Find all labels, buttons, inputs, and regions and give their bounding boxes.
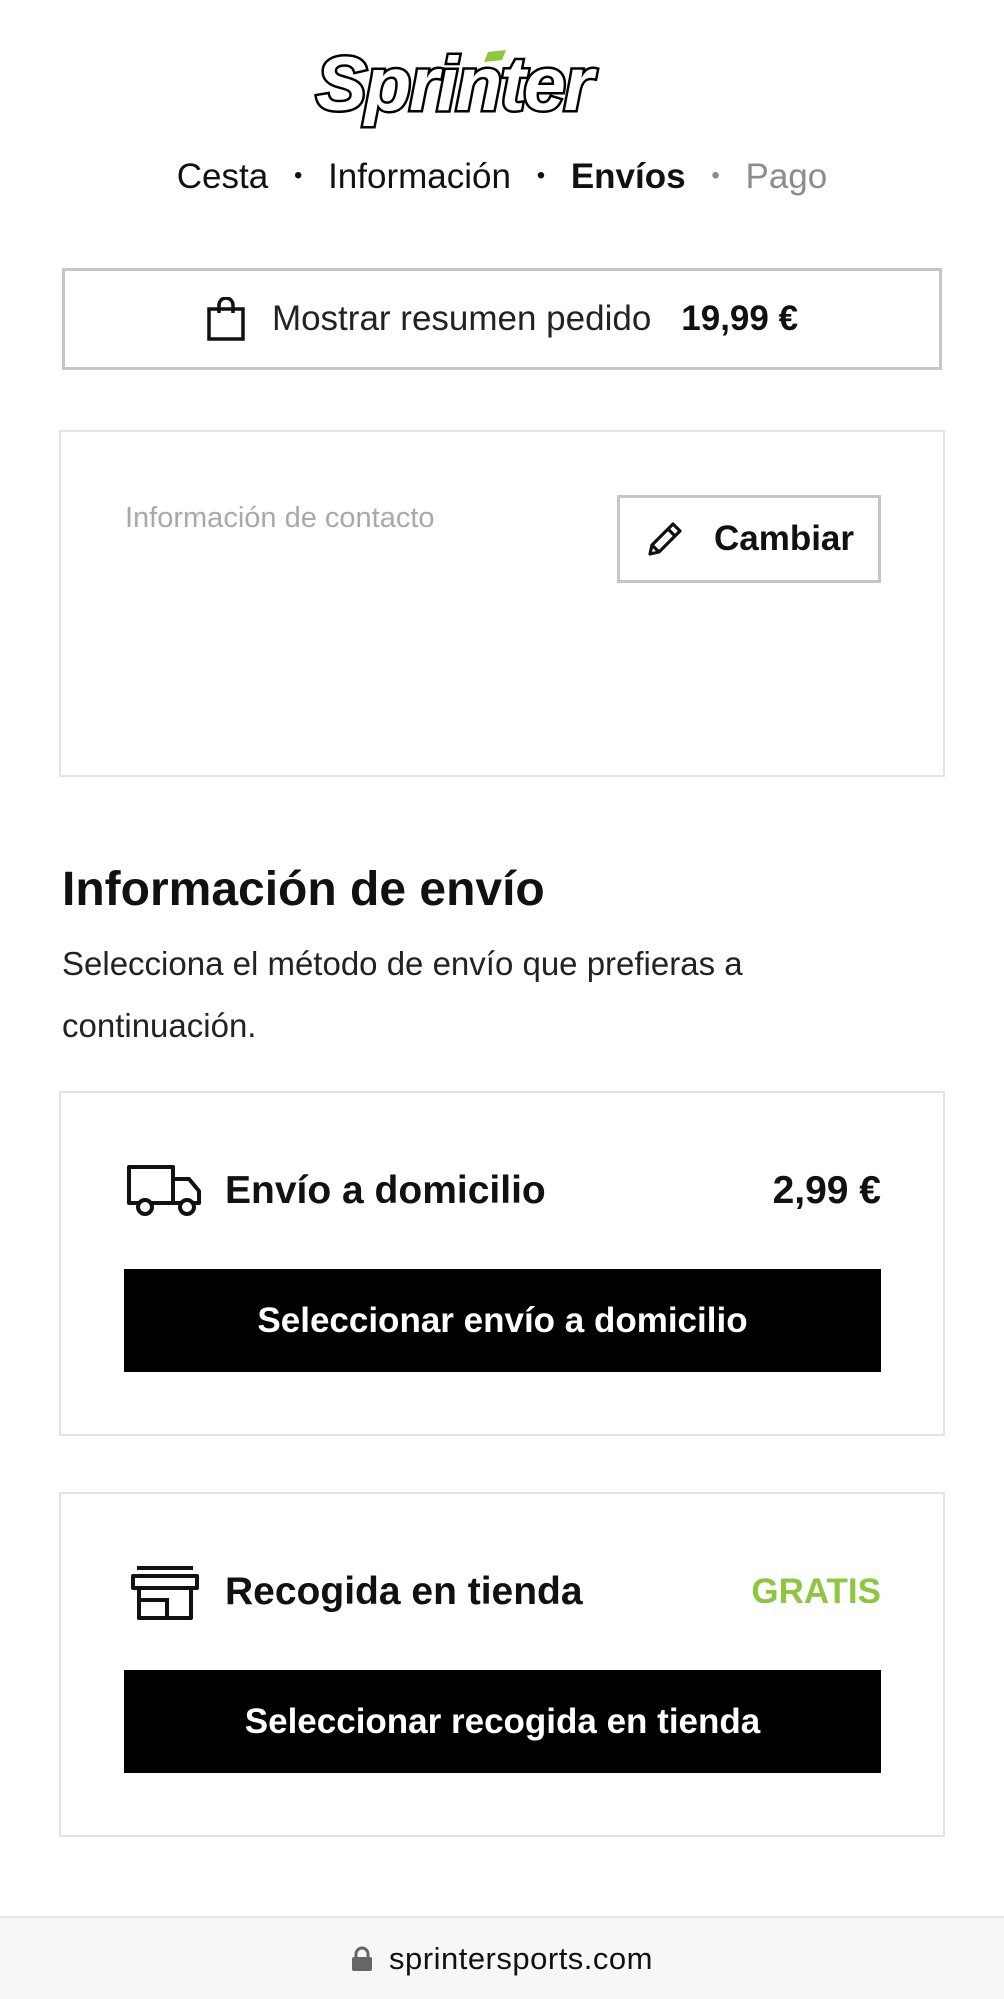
checkout-breadcrumb: Cesta • Información • Envíos • Pago xyxy=(0,152,1004,204)
order-total: 19,99 € xyxy=(681,299,799,338)
shipping-option-price: 2,99 € xyxy=(772,1169,881,1212)
pencil-icon xyxy=(648,522,682,556)
breadcrumb-pago: Pago xyxy=(745,157,828,196)
contact-info-card: Información de contacto Cambiar xyxy=(59,430,945,777)
shipping-option-name: Recogida en tienda xyxy=(225,1570,583,1613)
breadcrumb-separator: • xyxy=(536,161,546,189)
browser-address-bar[interactable]: sprintersports.com xyxy=(0,1916,1004,1999)
order-summary-label: Mostrar resumen pedido xyxy=(271,299,652,338)
change-button-label: Cambiar xyxy=(713,519,855,558)
sprinter-logo[interactable]: Sprinter xyxy=(310,40,694,130)
breadcrumb-separator: • xyxy=(293,161,303,189)
shopping-bag-icon xyxy=(207,297,245,341)
store-icon xyxy=(131,1566,199,1620)
order-summary-toggle[interactable]: Mostrar resumen pedido 19,99 € xyxy=(62,268,942,370)
checkout-page: Sprinter Cesta • Información • Envíos • … xyxy=(0,0,1004,1999)
breadcrumb-cesta[interactable]: Cesta xyxy=(177,157,268,196)
shipping-option-price-free: GRATIS xyxy=(751,1572,881,1611)
shipping-option-home-delivery: Envío a domicilio 2,99 € Seleccionar env… xyxy=(59,1091,945,1436)
breadcrumb-informacion[interactable]: Información xyxy=(328,157,511,196)
breadcrumb-separator: • xyxy=(711,161,720,189)
shipping-section-description: Selecciona el método de envío que prefie… xyxy=(62,945,743,1044)
shipping-section-title: Información de envío xyxy=(62,863,545,916)
contact-info-label: Información de contacto xyxy=(125,502,435,534)
lock-icon xyxy=(352,1946,373,1971)
select-store-pickup-button[interactable]: Seleccionar recogida en tienda xyxy=(124,1670,881,1773)
shipping-option-header: Recogida en tienda GRATIS xyxy=(125,1562,881,1622)
truck-icon xyxy=(127,1165,201,1216)
shipping-option-name: Envío a domicilio xyxy=(225,1169,546,1212)
shipping-option-header: Envío a domicilio 2,99 € xyxy=(125,1161,881,1221)
logo-text: Sprinter xyxy=(316,42,598,127)
select-home-delivery-button[interactable]: Seleccionar envío a domicilio xyxy=(124,1269,881,1372)
breadcrumb-envios: Envíos xyxy=(570,157,686,196)
browser-url: sprintersports.com xyxy=(389,1940,653,1976)
shipping-option-store-pickup: Recogida en tienda GRATIS Seleccionar re… xyxy=(59,1492,945,1837)
change-contact-button[interactable]: Cambiar xyxy=(617,495,881,583)
